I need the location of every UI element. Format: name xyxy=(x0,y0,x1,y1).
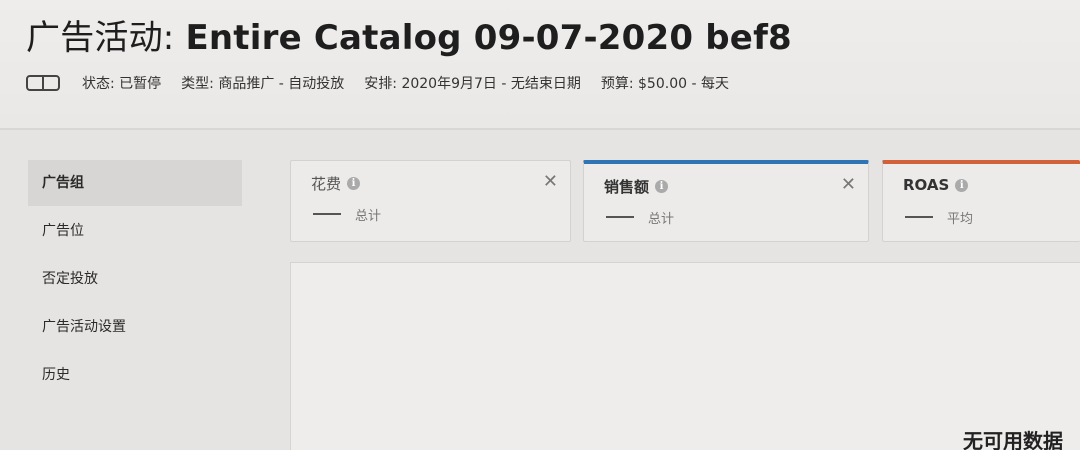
status-text: 状态: 已暂停 xyxy=(82,76,162,92)
metric-name: ROAS i xyxy=(903,176,969,194)
metric-card-sales[interactable]: 销售额 i ✕ 总计 xyxy=(583,160,869,242)
metric-card-spend[interactable]: 花费 i ✕ 总计 xyxy=(290,160,571,242)
info-icon[interactable]: i xyxy=(347,177,361,190)
metric-name: 销售额 i xyxy=(604,176,669,197)
type-text: 类型: 商品推广 - 自动投放 xyxy=(181,76,345,92)
metric-name: 花费 i xyxy=(311,173,361,194)
sidebar-item-label: 广告位 xyxy=(42,223,84,239)
toggle-icon[interactable] xyxy=(26,75,60,91)
metric-value-dash xyxy=(606,216,634,218)
sidebar-item-campaign-settings[interactable]: 广告活动设置 xyxy=(28,304,242,350)
sidebar-item-label: 广告组 xyxy=(42,175,84,191)
metric-value-dash xyxy=(313,213,341,215)
sidebar-item-placements[interactable]: 广告位 xyxy=(28,208,242,254)
header-divider xyxy=(0,128,1080,130)
metric-card-roas[interactable]: ROAS i 平均 xyxy=(882,160,1080,242)
sidebar-item-negative-targeting[interactable]: 否定投放 xyxy=(28,256,242,302)
title-prefix: 广告活动: xyxy=(26,18,186,58)
close-icon[interactable]: ✕ xyxy=(543,171,558,192)
sidebar-item-label: 历史 xyxy=(42,367,70,383)
metric-aggregate: 平均 xyxy=(947,212,974,227)
sidebar-item-label: 否定投放 xyxy=(42,271,98,287)
metric-value-dash xyxy=(905,216,933,218)
schedule-text: 安排: 2020年9月7日 - 无结束日期 xyxy=(364,76,581,92)
info-icon[interactable]: i xyxy=(955,178,969,192)
no-data-message: 无可用数据 xyxy=(963,429,1063,450)
metric-aggregate: 总计 xyxy=(355,209,382,224)
sidebar-item-ad-groups[interactable]: 广告组 xyxy=(28,160,242,206)
sidebar-item-history[interactable]: 历史 xyxy=(28,352,242,398)
metric-aggregate: 总计 xyxy=(648,212,675,227)
close-icon[interactable]: ✕ xyxy=(841,174,856,195)
info-icon[interactable]: i xyxy=(655,180,669,193)
page-title: 广告活动: Entire Catalog 09-07-2020 bef8 xyxy=(26,10,792,59)
budget-text: 预算: $50.00 - 每天 xyxy=(600,76,729,92)
campaign-meta: 状态: 已暂停 类型: 商品推广 - 自动投放 安排: 2020年9月7日 - … xyxy=(26,72,749,94)
chart-panel: 无可用数据 xyxy=(290,262,1080,450)
sidebar-nav: 广告组 广告位 否定投放 广告活动设置 历史 xyxy=(28,160,242,400)
campaign-name: Entire Catalog 09-07-2020 bef8 xyxy=(185,18,792,58)
sidebar-item-label: 广告活动设置 xyxy=(42,319,126,335)
page-header: 广告活动: Entire Catalog 09-07-2020 bef8 状态:… xyxy=(0,0,1080,130)
